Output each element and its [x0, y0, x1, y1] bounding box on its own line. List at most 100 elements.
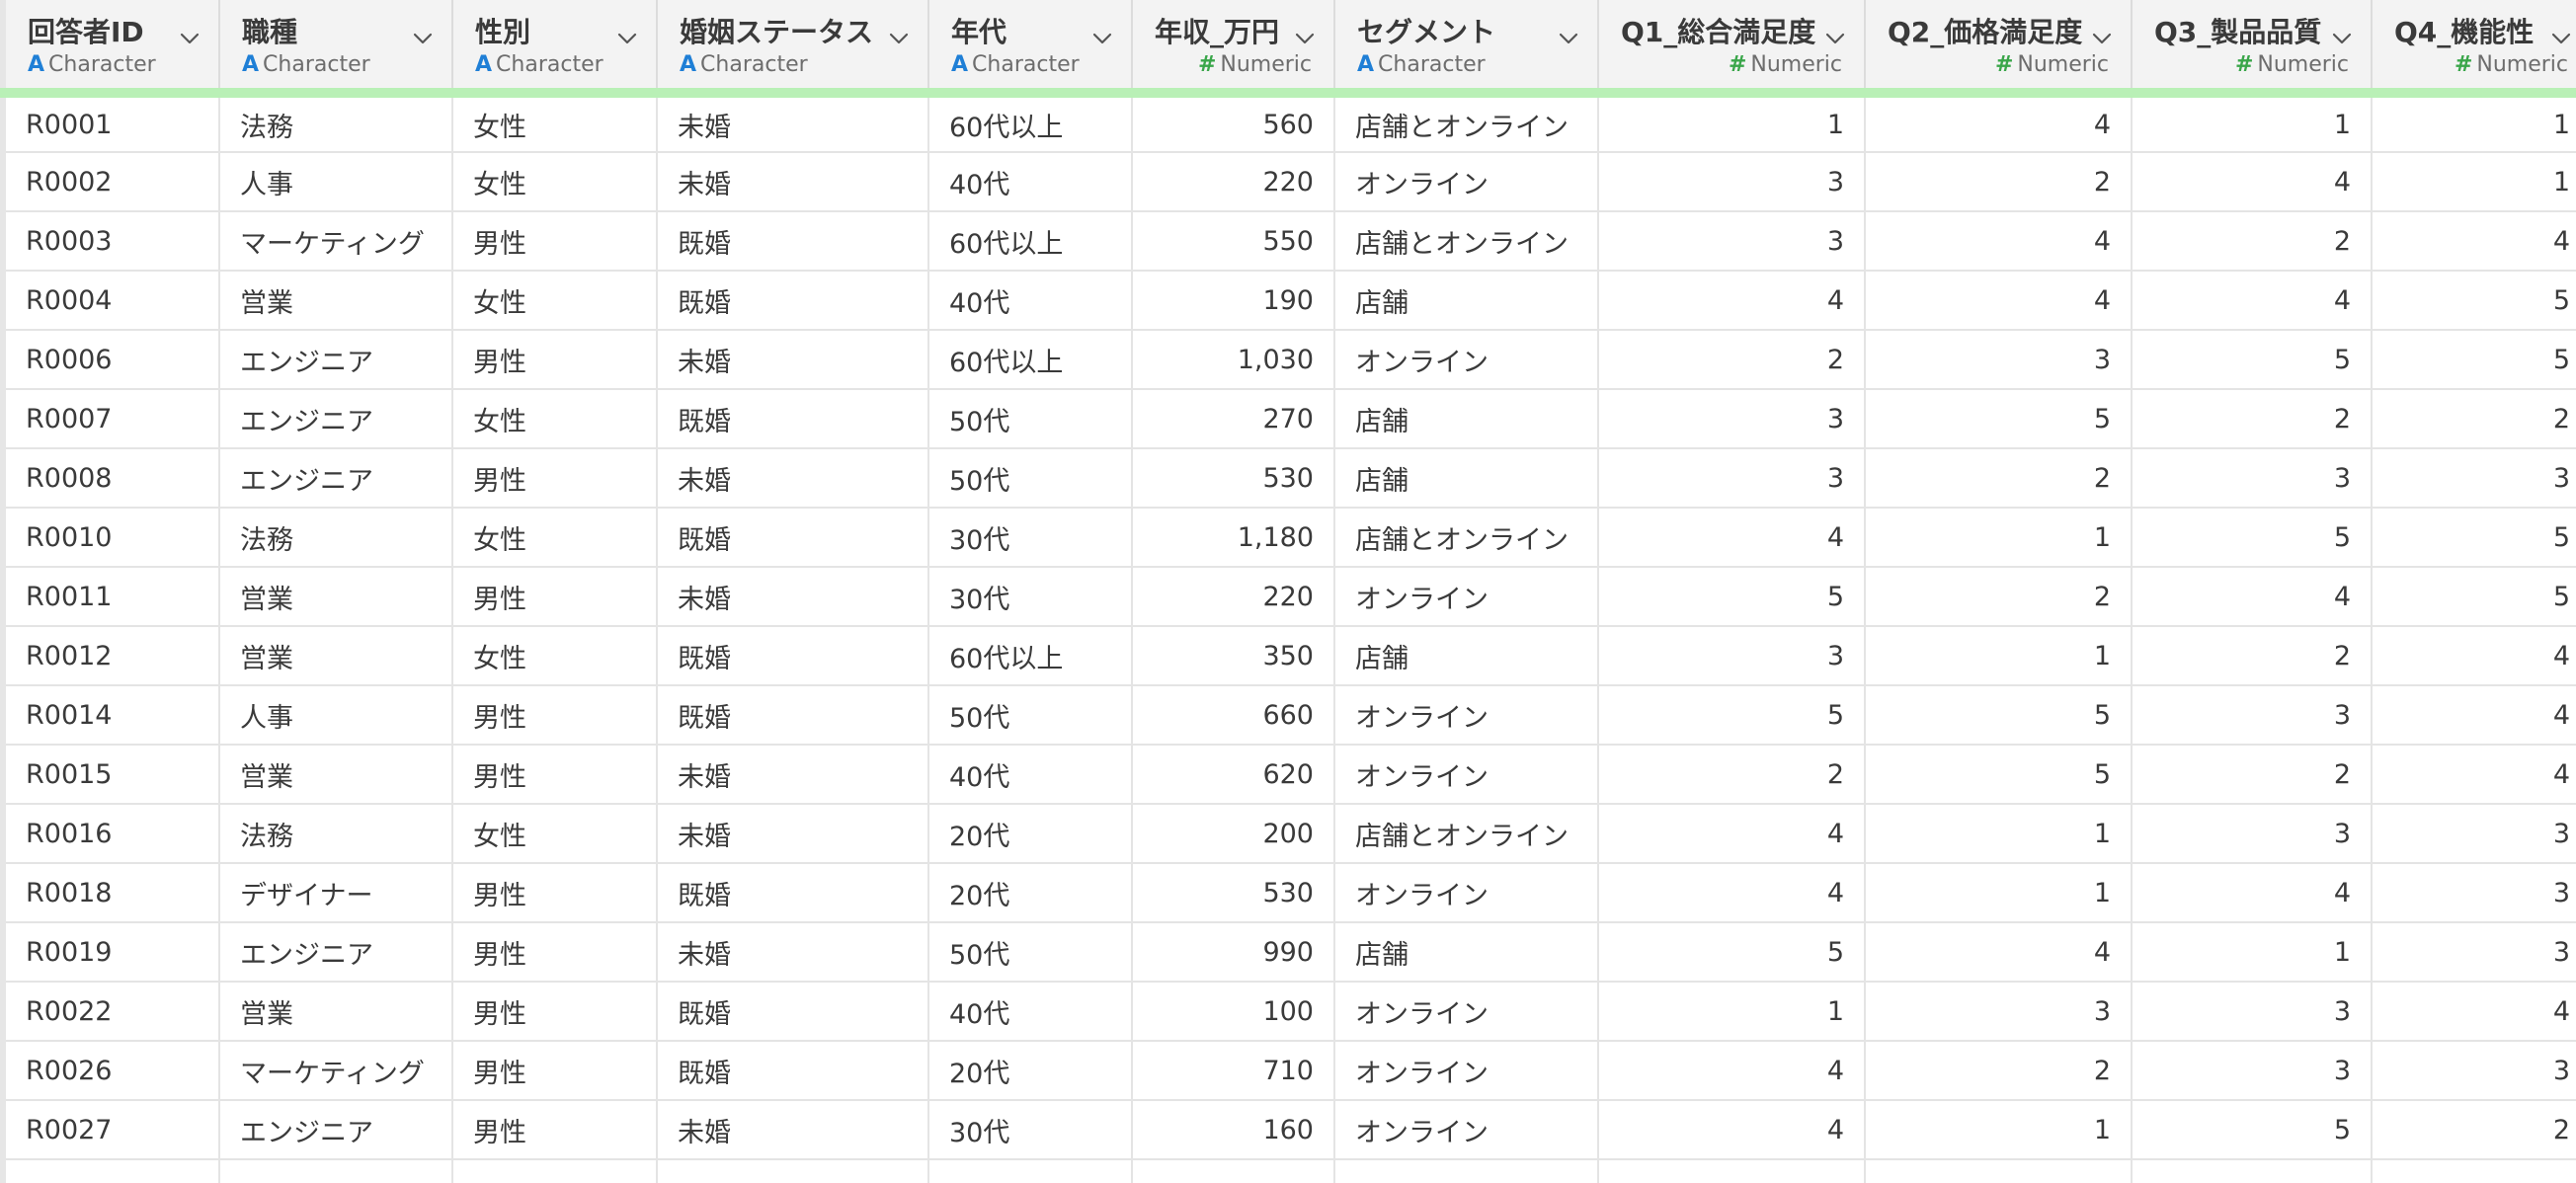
table-cell[interactable] [657, 1159, 929, 1183]
table-cell[interactable]: 3 [2132, 1041, 2373, 1101]
table-cell[interactable]: R0006 [0, 330, 220, 390]
table-cell[interactable]: 女性 [452, 93, 658, 153]
table-cell[interactable]: 660 [1132, 685, 1335, 746]
table-cell[interactable]: 30代 [928, 567, 1133, 627]
table-cell[interactable]: マーケティング [219, 211, 453, 272]
table-cell[interactable]: オンライン [1334, 1100, 1599, 1160]
table-row[interactable]: R0010 法務 女性 既婚 30代 1,180 店舗とオンライン 4 1 5 5 [0, 508, 2576, 568]
column-header[interactable]: 回答者ID A Character [0, 0, 220, 98]
table-cell[interactable]: 1 [1865, 804, 2133, 864]
table-cell[interactable]: 200 [1132, 804, 1335, 864]
table-cell[interactable]: オンライン [1334, 330, 1599, 390]
table-row[interactable]: R0012 営業 女性 既婚 60代以上 350 店舗 3 1 2 4 [0, 626, 2576, 686]
table-cell[interactable]: 1 [1865, 508, 2133, 568]
table-cell[interactable]: 60代以上 [928, 93, 1133, 153]
table-cell[interactable]: 女性 [452, 152, 658, 212]
column-header[interactable]: 職種 A Character [219, 0, 453, 98]
table-cell[interactable]: 50代 [928, 922, 1133, 983]
table-cell[interactable]: 4 [2372, 685, 2576, 746]
column-header[interactable]: 婚姻ステータス A Character [657, 0, 929, 98]
table-cell[interactable]: 1 [2132, 93, 2373, 153]
table-cell[interactable]: 3 [1865, 330, 2133, 390]
table-cell[interactable]: 4 [2132, 271, 2373, 331]
table-cell[interactable]: 営業 [219, 982, 453, 1042]
table-cell[interactable]: 190 [1132, 271, 1335, 331]
table-cell[interactable]: 990 [1132, 922, 1335, 983]
column-header[interactable]: 年代 A Character [928, 0, 1133, 98]
table-cell[interactable]: 未婚 [657, 152, 929, 212]
table-row[interactable]: R0004 営業 女性 既婚 40代 190 店舗 4 4 4 5 [0, 271, 2576, 331]
chevron-down-icon[interactable] [888, 28, 910, 49]
table-cell[interactable]: 20代 [928, 863, 1133, 923]
table-cell[interactable]: 営業 [219, 567, 453, 627]
chevron-down-icon[interactable] [179, 28, 201, 49]
table-cell[interactable]: 人事 [219, 152, 453, 212]
chevron-down-icon[interactable] [2550, 28, 2572, 49]
table-cell[interactable]: 未婚 [657, 448, 929, 509]
table-cell[interactable]: R0014 [0, 685, 220, 746]
table-cell[interactable]: R0019 [0, 922, 220, 983]
table-cell[interactable] [928, 1159, 1133, 1183]
table-cell[interactable]: 1 [2372, 152, 2576, 212]
table-cell[interactable]: 4 [2372, 626, 2576, 686]
table-cell[interactable]: R0007 [0, 389, 220, 449]
table-cell[interactable]: 1 [1865, 626, 2133, 686]
table-cell[interactable]: 3 [2372, 922, 2576, 983]
table-cell[interactable]: 男性 [452, 567, 658, 627]
column-header[interactable]: Q2_価格満足度 # Numeric [1865, 0, 2133, 98]
table-cell[interactable]: 3 [2132, 685, 2373, 746]
table-cell[interactable]: 350 [1132, 626, 1335, 686]
table-cell[interactable]: 男性 [452, 863, 658, 923]
table-cell[interactable]: R0012 [0, 626, 220, 686]
table-cell[interactable]: 5 [1865, 745, 2133, 805]
table-cell[interactable]: 3 [1598, 448, 1866, 509]
table-cell[interactable]: 2 [2132, 626, 2373, 686]
table-cell[interactable]: 4 [1865, 93, 2133, 153]
table-cell[interactable]: 3 [1598, 211, 1866, 272]
table-cell[interactable]: 5 [1598, 567, 1866, 627]
table-cell[interactable]: 既婚 [657, 389, 929, 449]
table-cell[interactable]: 560 [1132, 93, 1335, 153]
table-cell[interactable]: オンライン [1334, 685, 1599, 746]
table-cell[interactable]: 5 [2372, 567, 2576, 627]
table-cell[interactable]: 既婚 [657, 863, 929, 923]
table-cell[interactable]: 220 [1132, 567, 1335, 627]
table-row[interactable]: R0003 マーケティング 男性 既婚 60代以上 550 店舗とオンライン 3 4 2 4 [0, 211, 2576, 272]
table-cell[interactable]: R0003 [0, 211, 220, 272]
table-cell[interactable]: 既婚 [657, 982, 929, 1042]
table-cell[interactable]: 店舗とオンライン [1334, 804, 1599, 864]
table-cell[interactable]: 法務 [219, 93, 453, 153]
table-cell[interactable]: 30代 [928, 1100, 1133, 1160]
table-row[interactable]: R0015 営業 男性 未婚 40代 620 オンライン 2 5 2 4 [0, 745, 2576, 805]
table-cell[interactable]: 店舗 [1334, 448, 1599, 509]
table-cell[interactable]: 1 [1865, 1100, 2133, 1160]
table-cell[interactable]: R0015 [0, 745, 220, 805]
table-cell[interactable]: 5 [2372, 271, 2576, 331]
table-cell[interactable]: 店舗 [1334, 626, 1599, 686]
table-cell[interactable]: 店舗 [1334, 389, 1599, 449]
table-cell[interactable]: 3 [1598, 152, 1866, 212]
table-cell[interactable]: 店舗とオンライン [1334, 508, 1599, 568]
table-cell[interactable]: 未婚 [657, 1100, 929, 1160]
table-cell[interactable]: 270 [1132, 389, 1335, 449]
table-cell[interactable]: オンライン [1334, 567, 1599, 627]
chevron-down-icon[interactable] [1558, 28, 1579, 49]
table-cell[interactable]: 50代 [928, 389, 1133, 449]
table-cell[interactable]: 4 [1598, 1100, 1866, 1160]
table-cell[interactable]: 男性 [452, 1041, 658, 1101]
table-cell[interactable]: 2 [1598, 745, 1866, 805]
table-cell[interactable]: 未婚 [657, 567, 929, 627]
table-cell[interactable]: 未婚 [657, 330, 929, 390]
table-cell[interactable]: 女性 [452, 626, 658, 686]
table-cell[interactable]: 3 [2372, 448, 2576, 509]
table-cell[interactable]: デザイナー [219, 863, 453, 923]
table-cell[interactable] [1865, 1159, 2133, 1183]
table-cell[interactable]: 2 [2132, 389, 2373, 449]
table-row[interactable]: R0027 エンジニア 男性 未婚 30代 160 オンライン 4 1 5 2 [0, 1100, 2576, 1160]
table-cell[interactable]: 50代 [928, 448, 1133, 509]
table-cell[interactable]: 2 [1865, 448, 2133, 509]
table-row[interactable]: R0019 エンジニア 男性 未婚 50代 990 店舗 5 4 1 3 [0, 922, 2576, 983]
table-cell[interactable]: 5 [2132, 1100, 2373, 1160]
table-cell[interactable]: 40代 [928, 982, 1133, 1042]
table-cell[interactable]: 男性 [452, 745, 658, 805]
